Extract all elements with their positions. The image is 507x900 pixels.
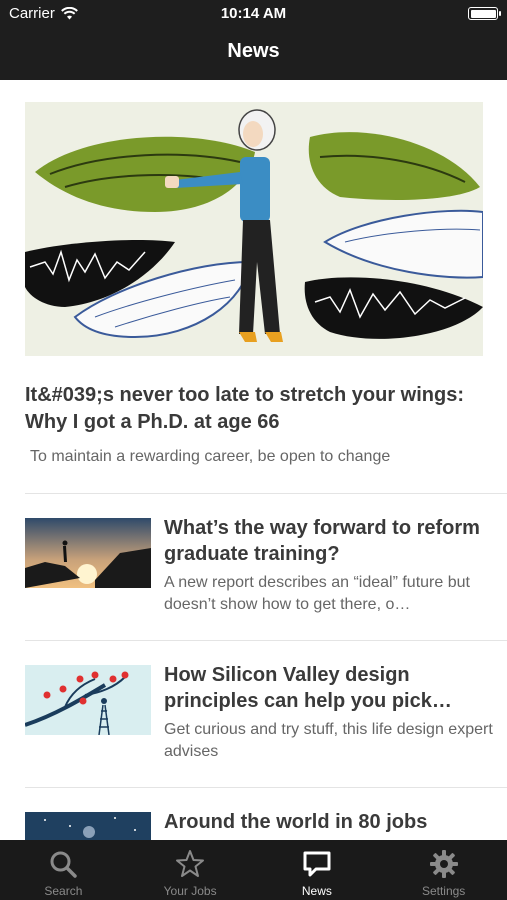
battery-icon <box>468 7 501 20</box>
tab-label: Settings <box>421 884 466 898</box>
status-time: 10:14 AM <box>220 5 287 22</box>
article-thumbnail <box>25 665 151 735</box>
article-title[interactable]: Around the world in 80 jobs <box>164 809 494 835</box>
tab-your-jobs[interactable]: Your Jobs <box>127 840 254 900</box>
chat-bubble-icon <box>303 851 331 877</box>
divider <box>25 787 507 788</box>
article-thumbnail <box>25 812 151 840</box>
search-icon <box>50 851 78 878</box>
tab-settings[interactable]: Settings <box>380 840 507 900</box>
article-title[interactable]: What’s the way forward to reform graduat… <box>164 515 494 567</box>
featured-image[interactable] <box>25 102 483 356</box>
tab-label: News <box>301 884 332 898</box>
tab-label: Your Jobs <box>163 884 217 898</box>
article-title[interactable]: How Silicon Valley design principles can… <box>164 662 494 714</box>
star-icon <box>176 850 205 877</box>
illustration-woman-with-wings-icon <box>25 102 483 356</box>
tab-news[interactable]: News <box>254 840 381 900</box>
article-thumbnail <box>25 518 151 588</box>
list-item[interactable]: Around the world in 80 jobs <box>25 809 507 840</box>
photo-hiker-at-sunset-icon <box>25 518 151 588</box>
tab-search[interactable]: Search <box>0 840 127 900</box>
article-description: A new report describes an “ideal” future… <box>164 574 470 613</box>
featured-article-subtitle: To maintain a rewarding career, be open … <box>30 448 391 465</box>
divider <box>25 493 507 494</box>
news-feed[interactable]: It&#039;s never too late to stretch your… <box>0 80 507 840</box>
page-title: News <box>227 40 280 62</box>
gear-icon <box>429 850 458 878</box>
list-item[interactable]: What’s the way forward to reform graduat… <box>25 515 507 635</box>
top-bar: Carrier 10:14 AM News <box>0 0 507 80</box>
list-item[interactable]: How Silicon Valley design principles can… <box>25 662 507 782</box>
tab-bar: Search Your Jobs News Settings <box>0 840 507 900</box>
divider <box>25 640 507 641</box>
featured-article-title[interactable]: It&#039;s never too late to stretch your… <box>25 382 465 436</box>
tab-label: Search <box>44 884 83 898</box>
article-description: Get curious and try stuff, this life des… <box>164 721 493 760</box>
status-bar: Carrier 10:14 AM <box>0 0 507 26</box>
photo-night-sky-icon <box>25 812 151 840</box>
illustration-tree-ladder-icon <box>25 665 151 735</box>
